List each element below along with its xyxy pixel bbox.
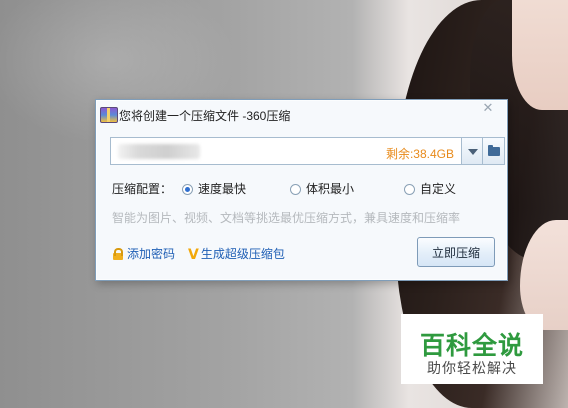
- dialog-title: 您将创建一个压缩文件 -360压缩: [119, 109, 291, 123]
- save-path-field[interactable]: 剩余:38.4GB: [110, 137, 461, 165]
- option-custom-label: 自定义: [420, 182, 457, 196]
- compress-dialog: 您将创建一个压缩文件 -360压缩 ✕ 剩余:38.4GB 压缩配置： 速度最快…: [95, 99, 508, 281]
- add-password-label: 添加密码: [127, 247, 176, 261]
- lock-icon: [112, 248, 124, 260]
- radio-fastest[interactable]: [182, 184, 193, 195]
- config-label: 压缩配置：: [112, 182, 173, 196]
- option-custom[interactable]: 自定义: [404, 180, 456, 197]
- option-smallest[interactable]: 体积最小: [290, 180, 354, 197]
- super-pack-label: 生成超级压缩包: [200, 247, 285, 261]
- super-pack-link[interactable]: V 生成超级压缩包: [188, 245, 285, 263]
- close-icon[interactable]: ✕: [479, 101, 497, 117]
- path-history-dropdown[interactable]: [461, 137, 483, 165]
- free-space-label: 剩余:38.4GB: [385, 147, 454, 161]
- background-photo-ear: [512, 0, 568, 110]
- watermark-subtitle: 助你轻松解决: [427, 360, 517, 376]
- browse-folder-button[interactable]: [483, 137, 505, 165]
- compression-hint: 智能为图片、视频、文档等挑选最优压缩方式，兼具速度和压缩率: [112, 211, 461, 225]
- radio-custom[interactable]: [404, 184, 415, 195]
- watermark: 百科全说 助你轻松解决: [401, 314, 543, 384]
- blurred-path-text: [118, 144, 200, 159]
- compression-config-row: 压缩配置： 速度最快 体积最小 自定义: [112, 180, 502, 196]
- radio-smallest[interactable]: [290, 184, 301, 195]
- option-fastest-label: 速度最快: [198, 182, 247, 196]
- dialog-titlebar[interactable]: 您将创建一个压缩文件 -360压缩 ✕: [96, 100, 507, 130]
- add-password-link[interactable]: 添加密码: [112, 245, 175, 262]
- v-icon: V: [188, 247, 199, 263]
- option-smallest-label: 体积最小: [306, 182, 355, 196]
- watermark-title: 百科全说: [419, 332, 524, 360]
- app-icon: [100, 107, 118, 123]
- option-fastest[interactable]: 速度最快: [182, 180, 246, 197]
- compress-now-button[interactable]: 立即压缩: [417, 237, 495, 267]
